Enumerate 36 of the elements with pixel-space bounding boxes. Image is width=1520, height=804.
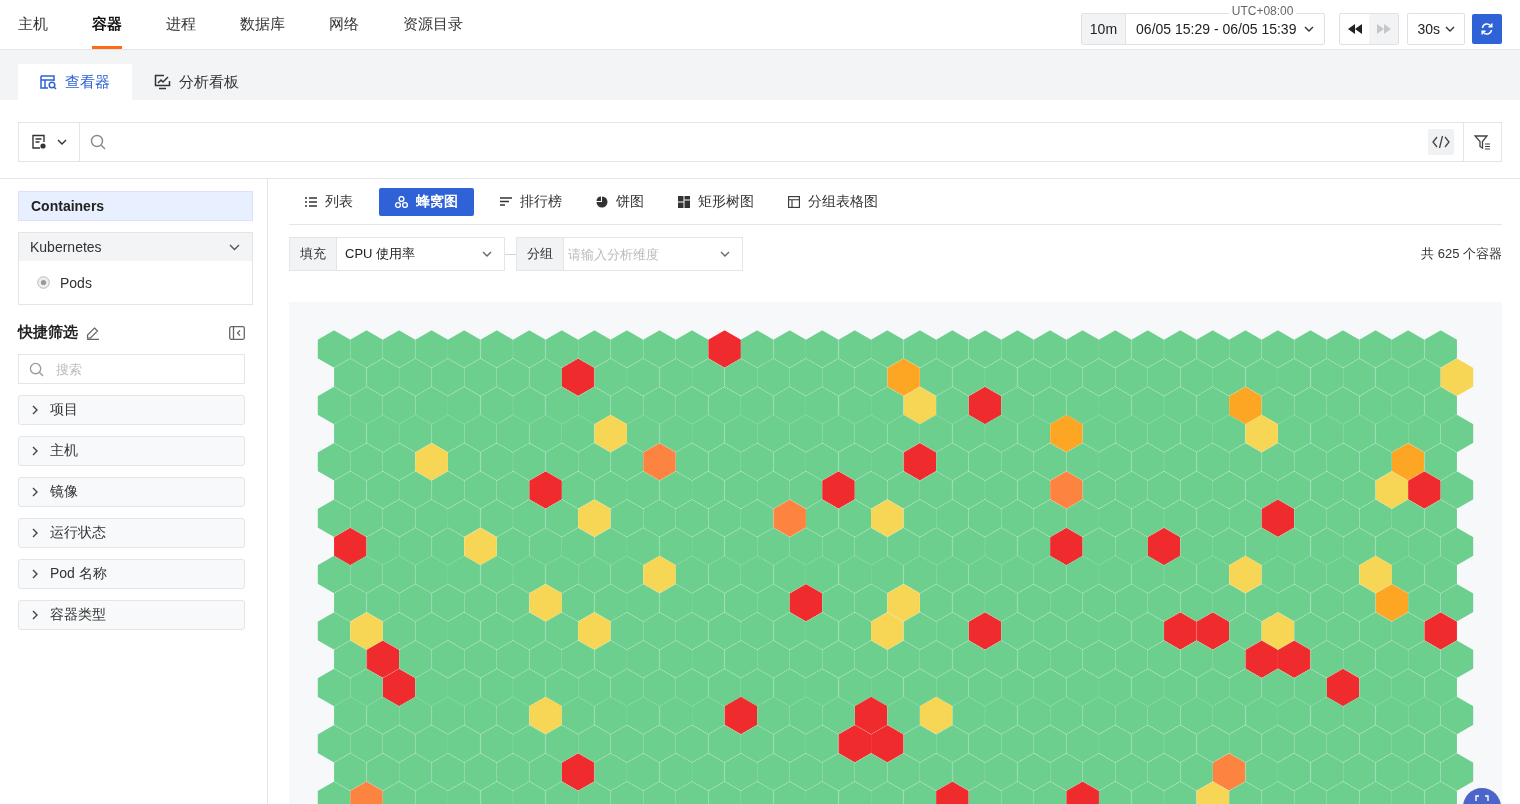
fill-select[interactable]: 填充 CPU 使用率 bbox=[289, 237, 505, 271]
group-by-select[interactable]: 分组 请输入分析维度 bbox=[516, 237, 743, 271]
group-header[interactable]: Kubernetes bbox=[19, 233, 252, 261]
view-tab[interactable]: 排行榜 bbox=[492, 187, 570, 216]
select-value: CPU 使用率 bbox=[344, 245, 417, 263]
filter-item[interactable]: 容器类型 bbox=[18, 600, 245, 630]
nav-tab[interactable]: 主机 bbox=[18, 0, 48, 49]
container-count: 共 625 个容器 bbox=[1421, 245, 1502, 263]
sub-tab[interactable]: 分析看板 bbox=[132, 64, 261, 100]
select-label: 填充 bbox=[290, 238, 337, 270]
nav-tab[interactable]: 网络 bbox=[329, 0, 359, 49]
sub-tab[interactable]: 查看器 bbox=[18, 64, 132, 100]
dimension-input[interactable]: 请输入分析维度 bbox=[564, 245, 720, 263]
nav-tab[interactable]: 进程 bbox=[166, 0, 196, 49]
view-tab[interactable]: 列表 bbox=[297, 187, 361, 216]
group-item[interactable]: Pods bbox=[19, 261, 252, 304]
filter-item[interactable]: Pod 名称 bbox=[18, 559, 245, 589]
timezone-label: UTC+08:00 bbox=[1228, 3, 1297, 18]
view-tab[interactable]: 分组表格图 bbox=[780, 187, 886, 216]
nav-tab[interactable]: 资源目录 bbox=[403, 0, 463, 49]
search-input[interactable]: 搜索 bbox=[54, 360, 218, 378]
nav-tab[interactable]: 容器 bbox=[92, 0, 122, 49]
view-tab[interactable]: 矩形树图 bbox=[670, 187, 762, 216]
filter-item[interactable]: 运行状态 bbox=[18, 518, 245, 548]
refresh-interval-select[interactable]: 30s bbox=[1407, 12, 1465, 45]
view-tab[interactable]: 蜂窝图 bbox=[379, 187, 474, 216]
select-label: 分组 bbox=[517, 238, 564, 270]
filter-item[interactable]: 镜像 bbox=[18, 477, 245, 507]
view-tab[interactable]: 饼图 bbox=[588, 187, 652, 216]
quick-range-button[interactable]: 10m bbox=[1081, 13, 1127, 44]
section-title: 快捷筛选 bbox=[18, 323, 78, 342]
source-item[interactable]: Containers bbox=[18, 191, 253, 221]
nav-tab[interactable]: 数据库 bbox=[240, 0, 285, 49]
filter-item[interactable]: 主机 bbox=[18, 436, 245, 466]
filter-item[interactable]: 项目 bbox=[18, 395, 245, 425]
search-field[interactable]: 搜索 bbox=[18, 354, 245, 384]
